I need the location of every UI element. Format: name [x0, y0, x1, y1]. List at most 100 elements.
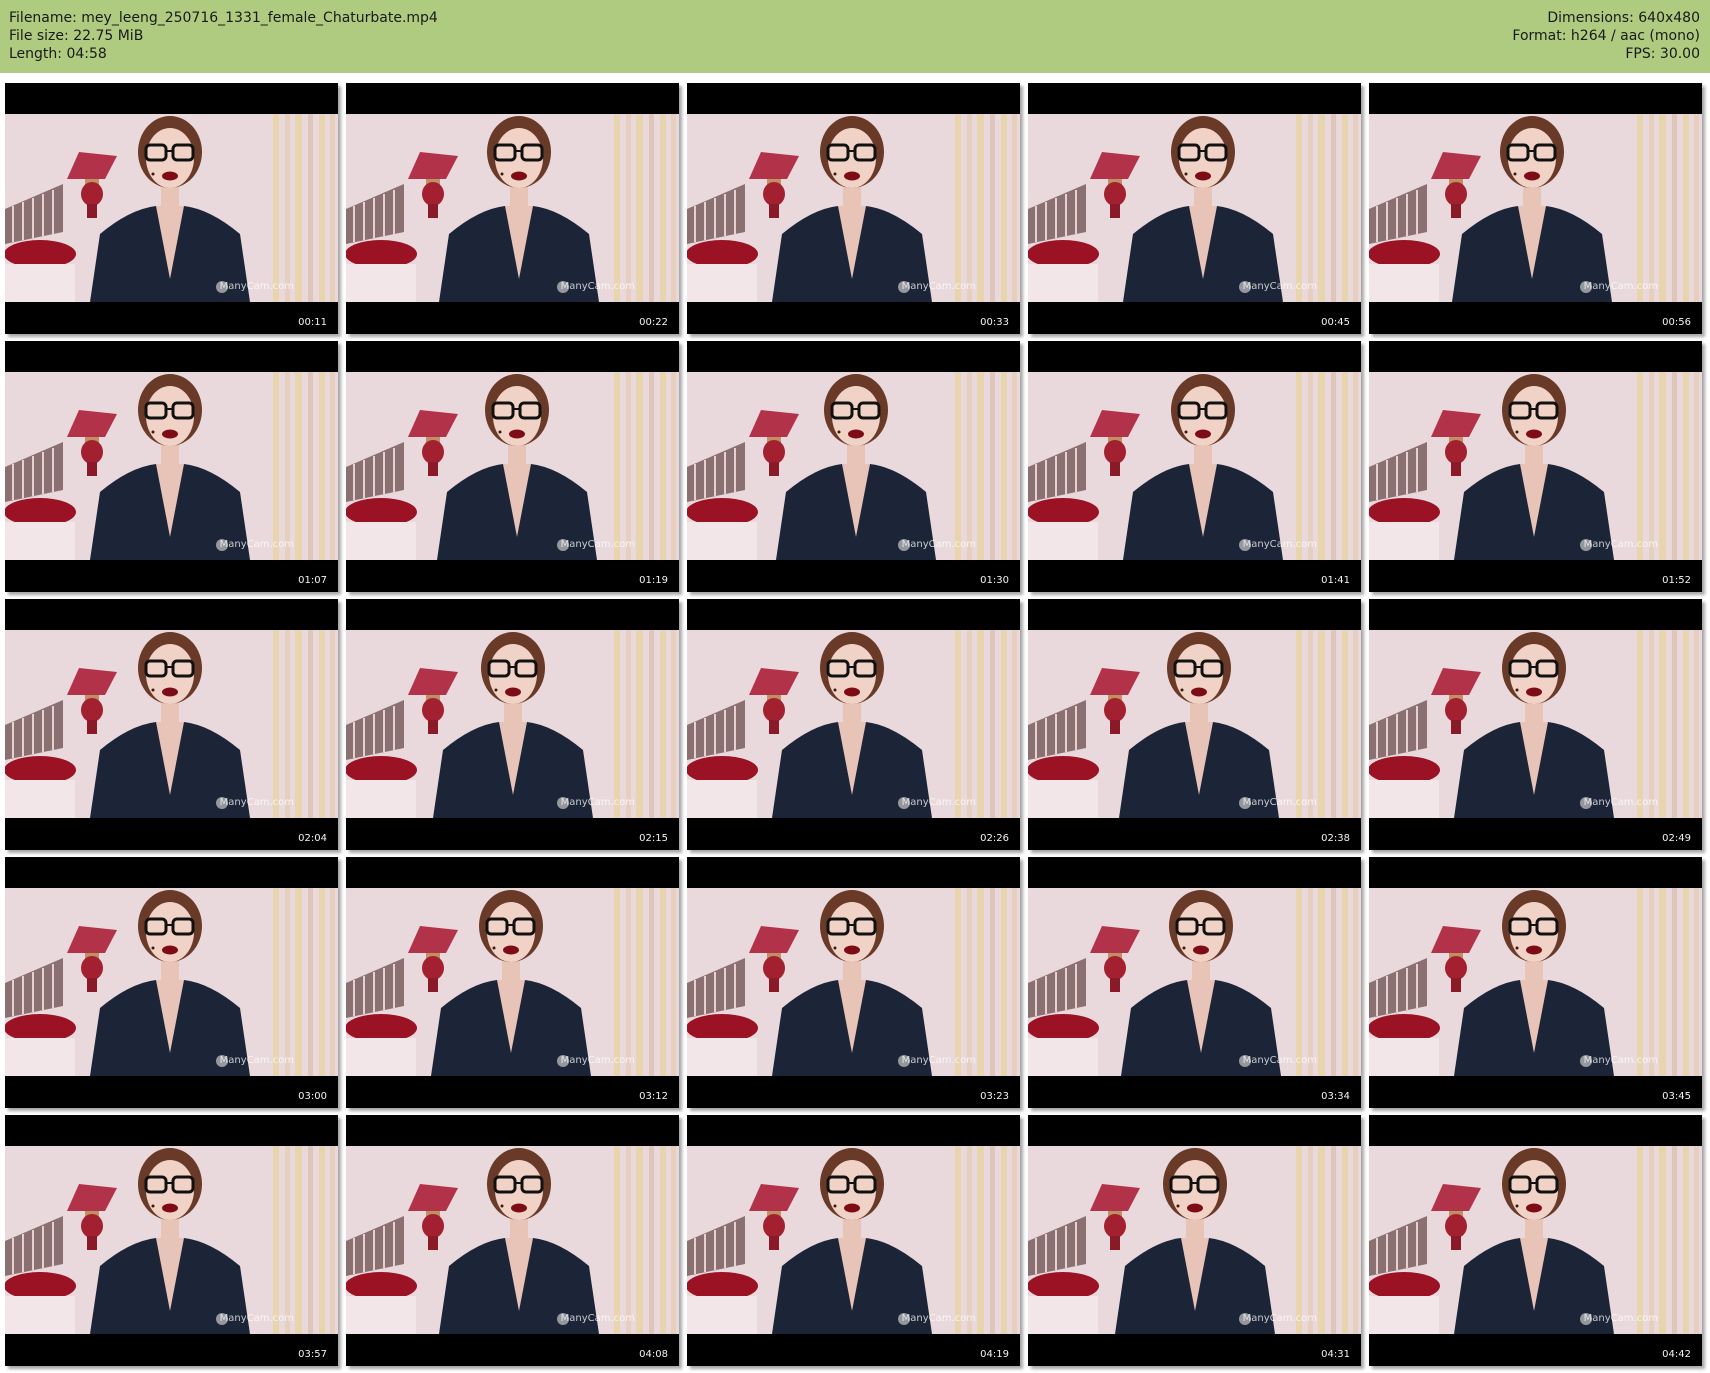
thumbnail-timestamp: 00:11	[298, 317, 327, 328]
thumbnail-frame-image: ManyCam.com	[1028, 372, 1361, 560]
thumbnail-timestamp: 03:57	[298, 1349, 327, 1360]
thumbnail-frame-image: ManyCam.com	[346, 372, 679, 560]
video-thumbnail[interactable]: ManyCam.com 03:57	[5, 1115, 338, 1366]
format-text: Format: h264 / aac (mono)	[1512, 28, 1700, 44]
video-thumbnail[interactable]: ManyCam.com 02:04	[5, 599, 338, 850]
thumbnail-frame-image: ManyCam.com	[346, 888, 679, 1076]
watermark-text: ManyCam.com	[1242, 281, 1317, 292]
thumbnail-timestamp: 02:15	[639, 833, 668, 844]
thumbnail-timestamp: 01:41	[1321, 575, 1350, 586]
video-thumbnail[interactable]: ManyCam.com 01:19	[346, 341, 679, 592]
thumbnail-timestamp: 03:23	[980, 1091, 1009, 1102]
video-thumbnail[interactable]: ManyCam.com 02:26	[687, 599, 1020, 850]
thumbnail-frame-image: ManyCam.com	[5, 114, 338, 302]
video-thumbnail[interactable]: ManyCam.com 04:19	[687, 1115, 1020, 1366]
video-thumbnail[interactable]: ManyCam.com 02:15	[346, 599, 679, 850]
file-size-text: File size: 22.75 MiB	[9, 28, 144, 44]
thumbnail-timestamp: 01:19	[639, 575, 668, 586]
thumbnail-timestamp: 04:42	[1662, 1349, 1691, 1360]
video-thumbnail[interactable]: ManyCam.com 04:31	[1028, 1115, 1361, 1366]
video-thumbnail[interactable]: ManyCam.com 00:45	[1028, 83, 1361, 334]
thumbnail-timestamp: 01:07	[298, 575, 327, 586]
video-thumbnail[interactable]: ManyCam.com 01:41	[1028, 341, 1361, 592]
thumbnail-timestamp: 00:22	[639, 317, 668, 328]
file-info-right: Dimensions: 640x480 Format: h264 / aac (…	[1512, 9, 1700, 63]
thumbnail-timestamp: 00:45	[1321, 317, 1350, 328]
video-thumbnail[interactable]: ManyCam.com 01:30	[687, 341, 1020, 592]
thumbnail-frame-image: ManyCam.com	[1369, 888, 1702, 1076]
thumbnail-timestamp: 03:12	[639, 1091, 668, 1102]
thumbnail-grid: ManyCam.com 00:11 ManyCam.com 00:22 ManyCam.…	[0, 73, 1710, 1373]
length-text: Length: 04:58	[9, 46, 107, 62]
thumbnail-frame-image: ManyCam.com	[1028, 630, 1361, 818]
thumbnail-timestamp: 03:00	[298, 1091, 327, 1102]
video-thumbnail[interactable]: ManyCam.com 04:42	[1369, 1115, 1702, 1366]
video-thumbnail[interactable]: ManyCam.com 03:34	[1028, 857, 1361, 1108]
fps-text: FPS: 30.00	[1625, 46, 1700, 62]
thumbnail-frame-image: ManyCam.com	[5, 630, 338, 818]
file-info-left: Filename: mey_leeng_250716_1331_female_C…	[9, 9, 438, 63]
thumbnail-timestamp: 03:34	[1321, 1091, 1350, 1102]
thumbnail-timestamp: 02:26	[980, 833, 1009, 844]
watermark-text: ManyCam.com	[1583, 1313, 1658, 1324]
video-thumbnail[interactable]: ManyCam.com 02:49	[1369, 599, 1702, 850]
watermark-text: ManyCam.com	[1583, 281, 1658, 292]
thumbnail-frame-image: ManyCam.com	[1369, 372, 1702, 560]
watermark-text: ManyCam.com	[1242, 797, 1317, 808]
video-thumbnail[interactable]: ManyCam.com 00:22	[346, 83, 679, 334]
watermark-text: ManyCam.com	[219, 797, 294, 808]
video-thumbnail[interactable]: ManyCam.com 03:23	[687, 857, 1020, 1108]
thumbnail-frame-image: ManyCam.com	[1369, 630, 1702, 818]
watermark-text: ManyCam.com	[1242, 1055, 1317, 1066]
watermark-text: ManyCam.com	[901, 1055, 976, 1066]
watermark-text: ManyCam.com	[219, 1055, 294, 1066]
watermark-text: ManyCam.com	[1583, 539, 1658, 550]
thumbnail-timestamp: 02:38	[1321, 833, 1350, 844]
video-thumbnail[interactable]: ManyCam.com 00:11	[5, 83, 338, 334]
video-thumbnail[interactable]: ManyCam.com 03:00	[5, 857, 338, 1108]
thumbnail-timestamp: 03:45	[1662, 1091, 1691, 1102]
video-thumbnail[interactable]: ManyCam.com 03:45	[1369, 857, 1702, 1108]
video-thumbnail[interactable]: ManyCam.com 01:07	[5, 341, 338, 592]
video-thumbnail[interactable]: ManyCam.com 04:08	[346, 1115, 679, 1366]
video-thumbnail[interactable]: ManyCam.com 03:12	[346, 857, 679, 1108]
thumbnail-timestamp: 02:49	[1662, 833, 1691, 844]
watermark-text: ManyCam.com	[219, 1313, 294, 1324]
thumbnail-frame-image: ManyCam.com	[5, 372, 338, 560]
thumbnail-timestamp: 04:08	[639, 1349, 668, 1360]
thumbnail-timestamp: 00:56	[1662, 317, 1691, 328]
video-thumbnail[interactable]: ManyCam.com 00:56	[1369, 83, 1702, 334]
video-thumbnail[interactable]: ManyCam.com 00:33	[687, 83, 1020, 334]
thumbnail-frame-image: ManyCam.com	[687, 1146, 1020, 1334]
thumbnail-frame-image: ManyCam.com	[1028, 1146, 1361, 1334]
watermark-text: ManyCam.com	[901, 539, 976, 550]
thumbnail-frame-image: ManyCam.com	[5, 1146, 338, 1334]
thumbnail-frame-image: ManyCam.com	[687, 372, 1020, 560]
thumbnail-frame-image: ManyCam.com	[346, 1146, 679, 1334]
watermark-text: ManyCam.com	[1242, 1313, 1317, 1324]
watermark-text: ManyCam.com	[560, 281, 635, 292]
watermark-text: ManyCam.com	[1242, 539, 1317, 550]
thumbnail-frame-image: ManyCam.com	[346, 114, 679, 302]
thumbnail-frame-image: ManyCam.com	[687, 114, 1020, 302]
watermark-text: ManyCam.com	[560, 539, 635, 550]
thumbnail-frame-image: ManyCam.com	[1028, 114, 1361, 302]
video-thumbnail[interactable]: ManyCam.com 02:38	[1028, 599, 1361, 850]
video-thumbnail[interactable]: ManyCam.com 01:52	[1369, 341, 1702, 592]
watermark-text: ManyCam.com	[901, 797, 976, 808]
watermark-text: ManyCam.com	[219, 539, 294, 550]
thumbnail-timestamp: 00:33	[980, 317, 1009, 328]
watermark-text: ManyCam.com	[1583, 1055, 1658, 1066]
watermark-text: ManyCam.com	[1583, 797, 1658, 808]
thumbnail-frame-image: ManyCam.com	[1028, 888, 1361, 1076]
thumbnail-timestamp: 02:04	[298, 833, 327, 844]
file-info-header: Filename: mey_leeng_250716_1331_female_C…	[0, 0, 1710, 73]
thumbnail-frame-image: ManyCam.com	[687, 630, 1020, 818]
dimensions-text: Dimensions: 640x480	[1547, 10, 1700, 26]
thumbnail-timestamp: 04:31	[1321, 1349, 1350, 1360]
watermark-text: ManyCam.com	[560, 797, 635, 808]
thumbnail-frame-image: ManyCam.com	[1369, 114, 1702, 302]
thumbnail-frame-image: ManyCam.com	[1369, 1146, 1702, 1334]
thumbnail-frame-image: ManyCam.com	[5, 888, 338, 1076]
watermark-text: ManyCam.com	[901, 1313, 976, 1324]
